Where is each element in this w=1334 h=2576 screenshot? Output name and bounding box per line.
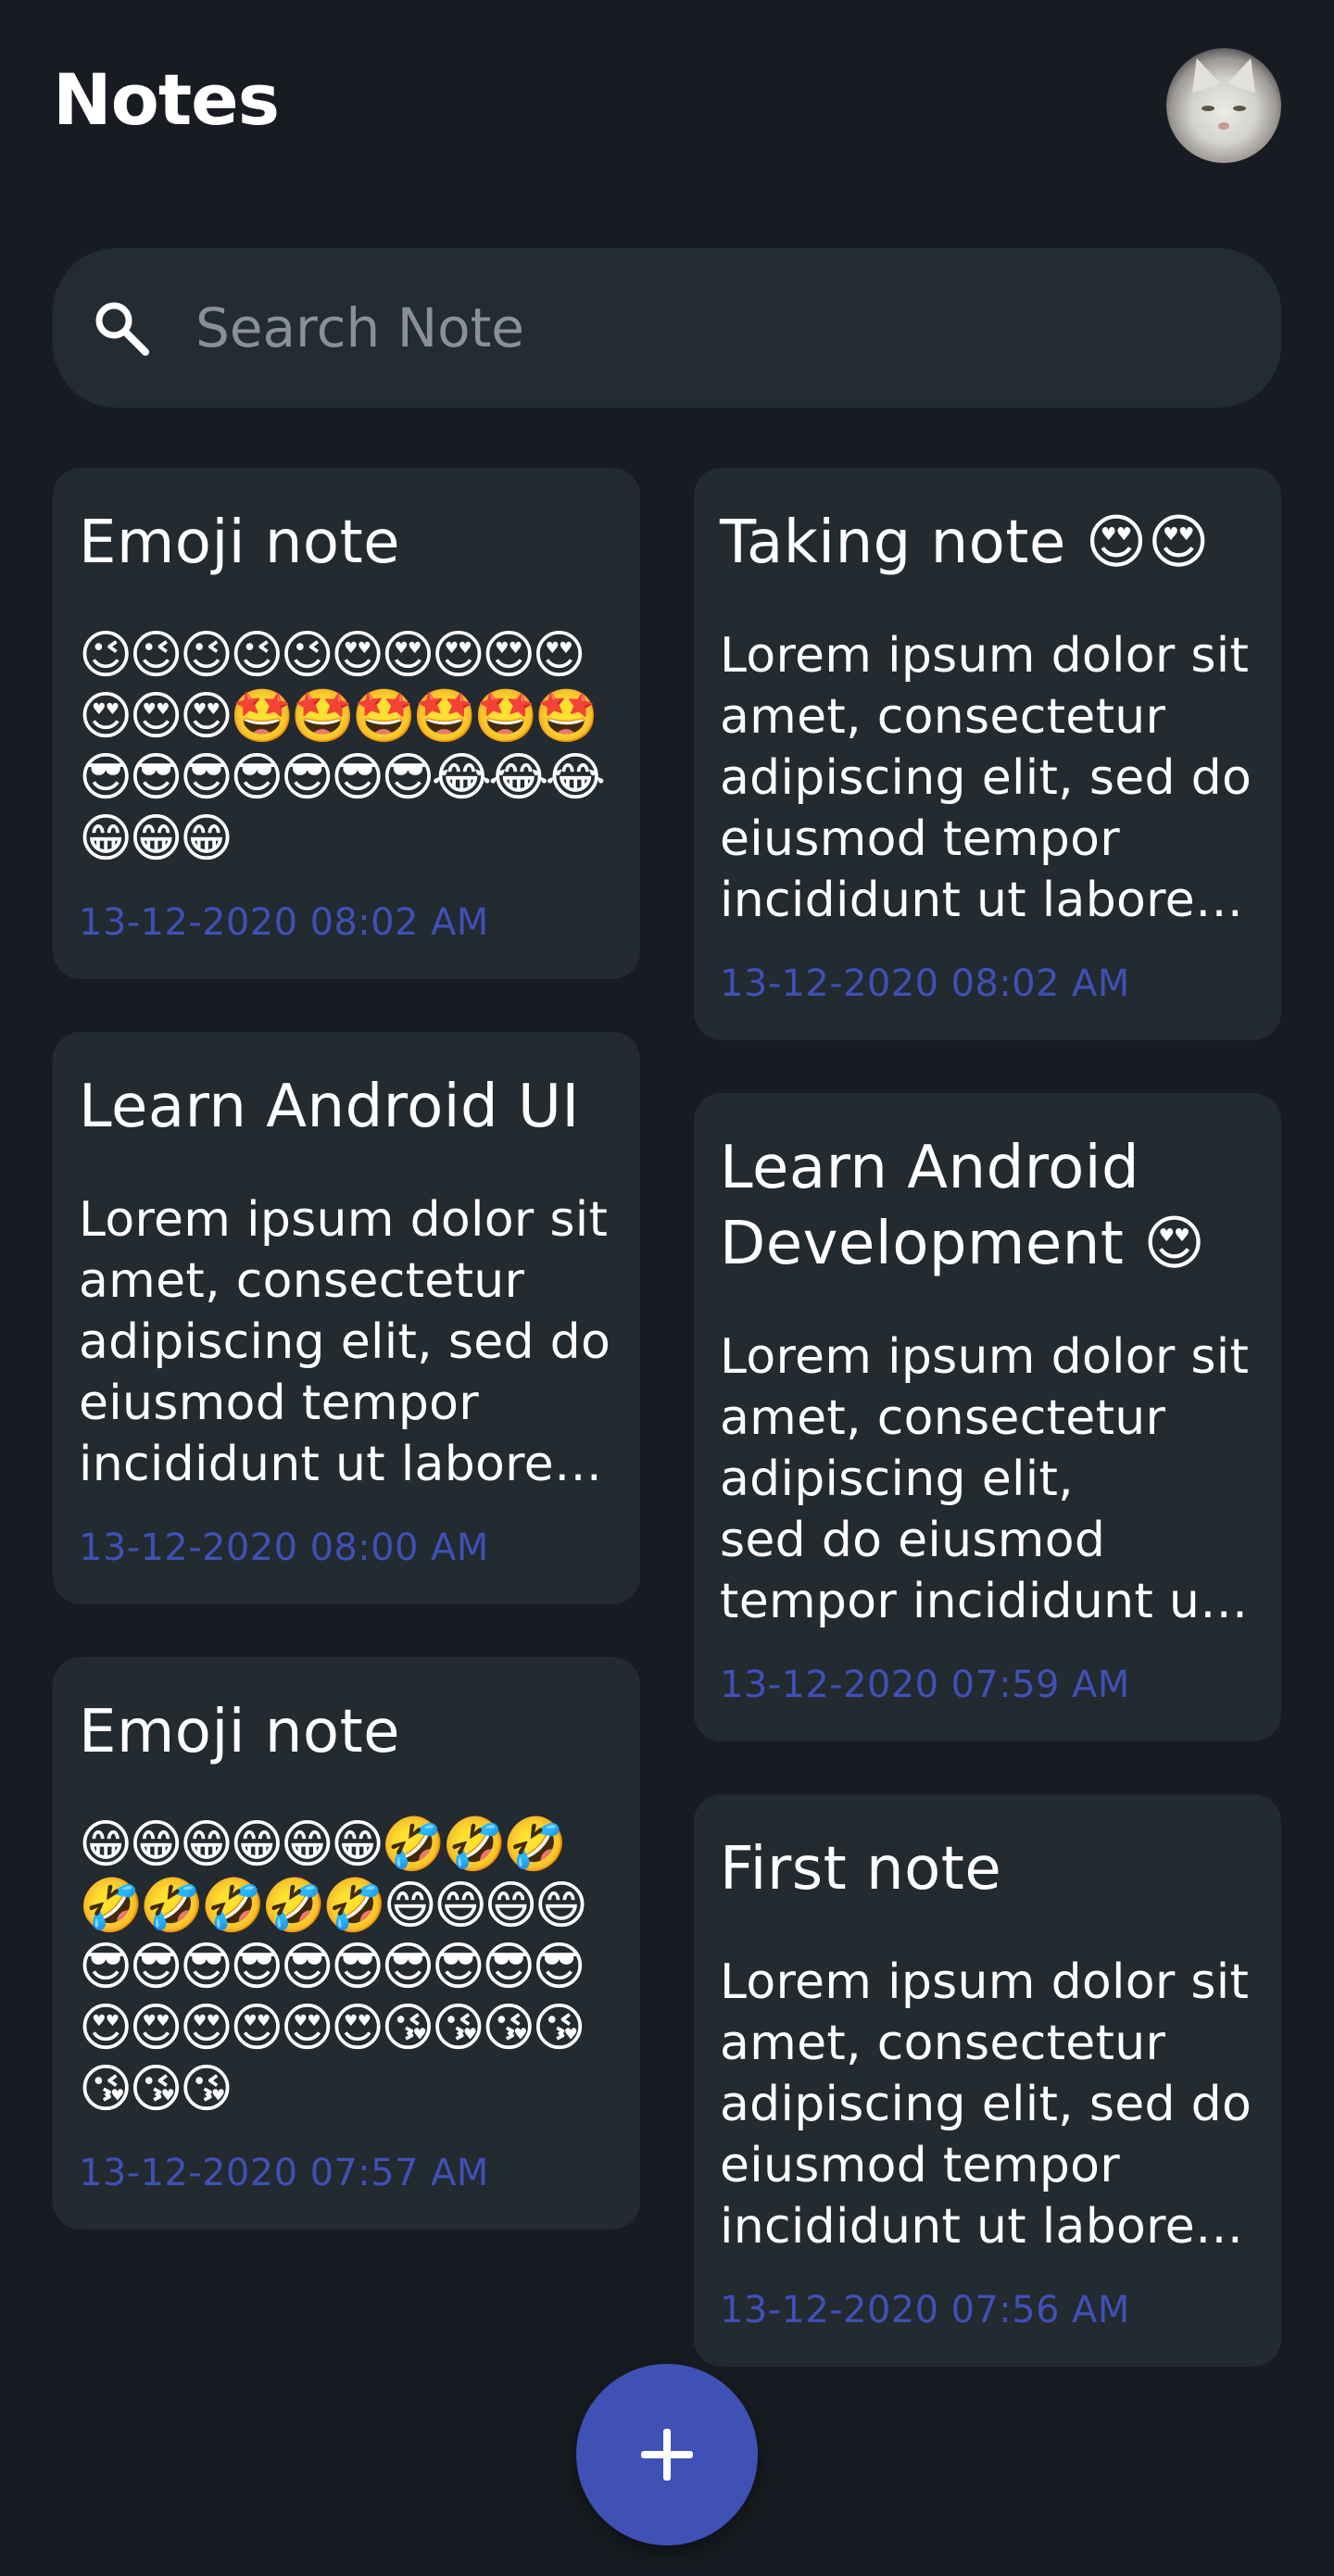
search-bar[interactable] — [53, 248, 1281, 408]
note-date: 13-12-2020 07:56 AM — [720, 2289, 1130, 2331]
note-title: First note — [720, 1835, 1002, 1904]
add-note-button[interactable] — [576, 2364, 758, 2545]
note-card[interactable]: Emoji note 😉😉😉😉😉😍😍😍😍😍😍😍😍🤩🤩🤩🤩🤩🤩😎😎😎😎😎😎😎😂😂😂… — [53, 468, 640, 979]
note-body: Lorem ipsum dolor sit amet, consectetur … — [720, 1954, 1252, 2255]
note-body: 😁😁😁😁😁😁🤣🤣🤣🤣🤣🤣🤣🤣😄😄😄😄😎😎😎😎😎😎😎😎😎😎😍😍😍😍😍😍😘😘😘😘😘😘… — [79, 1815, 588, 2119]
note-date: 13-12-2020 08:02 AM — [720, 962, 1130, 1005]
notes-column-left: Emoji note 😉😉😉😉😉😍😍😍😍😍😍😍😍🤩🤩🤩🤩🤩🤩😎😎😎😎😎😎😎😂😂😂… — [53, 468, 640, 2282]
page-title: Notes — [53, 58, 280, 141]
note-body: Lorem ipsum dolor sit amet, consectetur … — [720, 628, 1252, 928]
note-date: 13-12-2020 08:00 AM — [79, 1527, 489, 1569]
note-card[interactable]: Taking note 😍😍 Lorem ipsum dolor sit ame… — [694, 468, 1281, 1040]
avatar-eye-left — [1202, 106, 1214, 111]
note-title: Emoji note — [79, 1698, 401, 1766]
notes-column-right: Taking note 😍😍 Lorem ipsum dolor sit ame… — [694, 468, 1281, 2419]
header: Notes — [53, 48, 1281, 169]
search-input[interactable] — [195, 248, 1214, 408]
avatar-ear-left — [1182, 53, 1221, 94]
note-card[interactable]: Learn Android Development 😍 Lorem ipsum … — [694, 1093, 1281, 1741]
note-title: Taking note 😍😍 — [720, 509, 1211, 577]
avatar-nose — [1218, 122, 1229, 130]
avatar-ear-right — [1227, 53, 1265, 94]
note-card[interactable]: First note Lorem ipsum dolor sit amet, c… — [694, 1794, 1281, 2367]
note-body: Lorem ipsum dolor sit amet, consectetur … — [720, 1329, 1250, 1629]
search-icon — [92, 298, 151, 358]
note-title: Learn Android Development 😍 — [720, 1134, 1206, 1278]
note-card[interactable]: Learn Android UI Lorem ipsum dolor sit a… — [53, 1032, 640, 1604]
note-title: Emoji note — [79, 509, 401, 577]
notes-screen: Notes Emoji note 😉😉😉😉😉😍😍😍😍😍😍😍😍🤩🤩🤩🤩🤩🤩😎😎😎😎… — [0, 0, 1334, 2576]
plus-icon — [641, 2429, 693, 2481]
note-date: 13-12-2020 08:02 AM — [79, 901, 489, 944]
note-date: 13-12-2020 07:57 AM — [79, 2152, 489, 2194]
note-body: 😉😉😉😉😉😍😍😍😍😍😍😍😍🤩🤩🤩🤩🤩🤩😎😎😎😎😎😎😎😂😂😂😁😁😁 — [79, 625, 606, 869]
note-body: Lorem ipsum dolor sit amet, consectetur … — [79, 1192, 611, 1492]
avatar-eye-right — [1233, 106, 1246, 111]
note-card[interactable]: Emoji note 😁😁😁😁😁😁🤣🤣🤣🤣🤣🤣🤣🤣😄😄😄😄😎😎😎😎😎😎😎😎😎😎😍… — [53, 1657, 640, 2230]
note-date: 13-12-2020 07:59 AM — [720, 1664, 1130, 1706]
avatar[interactable] — [1166, 48, 1281, 163]
note-title: Learn Android UI — [79, 1073, 580, 1141]
